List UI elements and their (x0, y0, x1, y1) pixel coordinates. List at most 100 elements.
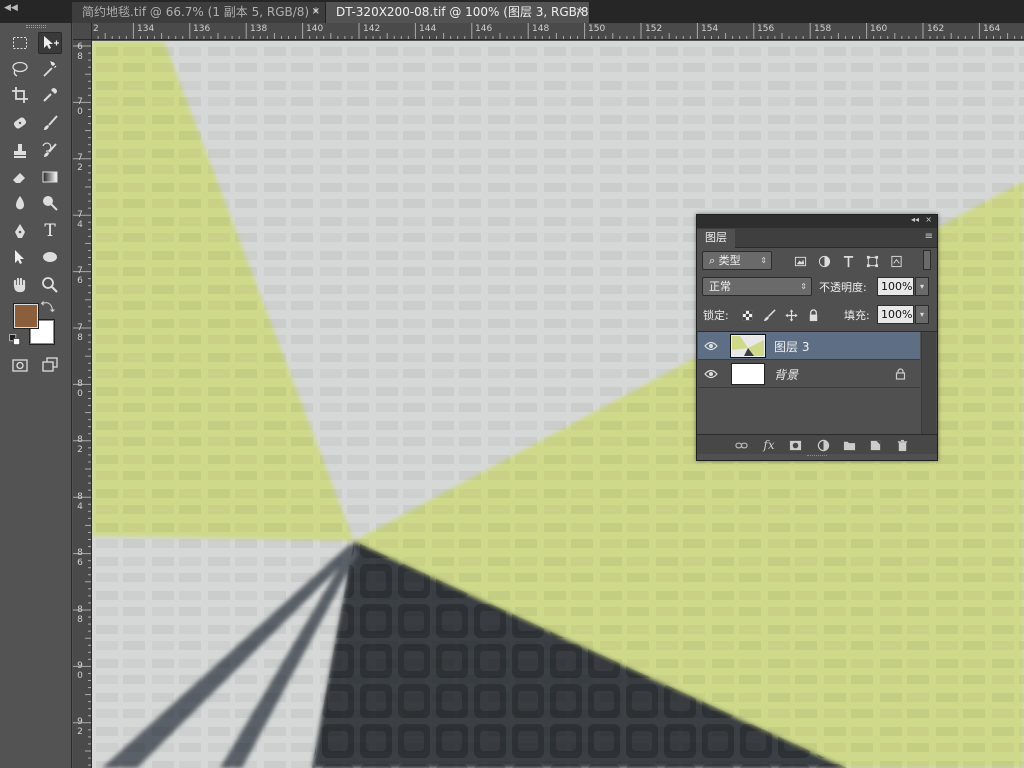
layer-thumbnail (731, 363, 765, 385)
fill-slider-toggle[interactable]: ▾ (915, 305, 929, 324)
lock-position-icon[interactable] (784, 308, 798, 322)
lasso-icon[interactable] (8, 58, 32, 80)
ruler-tick-label: 7 8 (77, 323, 83, 343)
layer-name[interactable]: 图层 3 (774, 338, 809, 355)
search-icon: ⌕ (709, 254, 716, 267)
blend-mode-select[interactable]: 正常 ⇕ (702, 277, 812, 296)
crop-icon[interactable] (8, 84, 32, 106)
close-tab-icon[interactable]: × (576, 2, 584, 22)
ellipse-icon[interactable] (38, 246, 62, 268)
new-group-icon[interactable] (841, 437, 857, 453)
collapse-panels-icon[interactable]: ◀◀ (4, 3, 18, 13)
lock-image-pixels-icon[interactable] (762, 308, 776, 322)
ruler-tick-label: 134 (137, 24, 155, 34)
ruler-tick-label: 8 8 (77, 605, 83, 625)
hand-icon[interactable] (8, 274, 32, 296)
zoom-icon[interactable] (38, 274, 62, 296)
quick-mask-icon[interactable] (8, 354, 32, 376)
layers-panel: ◂◂ × 图层 ≡ ⌕ 类型 ⇕ 正常 ⇕ 不透明度: 100% ▾ 锁定: 填… (696, 214, 938, 461)
pen-icon[interactable] (8, 220, 32, 242)
blend-mode-value: 正常 (709, 280, 731, 293)
ruler-tick-label: 9 2 (77, 717, 83, 737)
panel-resize-grip[interactable] (807, 455, 827, 458)
close-panel-icon[interactable]: × (925, 215, 932, 224)
move-icon[interactable] (38, 32, 62, 54)
collapse-panel-icon[interactable]: ◂◂ (911, 215, 919, 224)
opacity-input[interactable]: 100% (877, 277, 914, 296)
ruler-tick-label: 7 6 (77, 266, 83, 286)
opacity-slider-toggle[interactable]: ▾ (915, 277, 929, 296)
brush-icon[interactable] (38, 112, 62, 134)
tab-layers[interactable]: 图层 (697, 229, 735, 248)
fill-input[interactable]: 100% (877, 305, 914, 324)
new-layer-icon[interactable] (867, 437, 883, 453)
close-tab-icon[interactable]: × (312, 2, 320, 22)
ruler-tick-label: 158 (814, 24, 832, 34)
default-colors-icon[interactable] (8, 333, 22, 347)
lock-transparent-pixels-icon[interactable] (740, 308, 754, 322)
screen-mode-icon[interactable] (38, 354, 62, 376)
eyedropper-icon[interactable] (38, 84, 62, 106)
layers-scrollbar[interactable] (921, 332, 936, 434)
panel-titlebar[interactable]: ◂◂ × (697, 215, 937, 228)
ruler-tick-label: 8 2 (77, 435, 83, 455)
panel-menu-icon[interactable]: ≡ (925, 231, 933, 242)
ruler-tick-label: 7 4 (77, 210, 83, 230)
ruler-tick-label: 142 (363, 24, 381, 34)
trash-icon[interactable] (894, 437, 910, 453)
smart-object-filter-icon[interactable] (889, 254, 903, 268)
clone-stamp-icon[interactable] (8, 140, 32, 162)
tab-document-1[interactable]: 简约地毯.tif @ 66.7% (1 副本 5, RGB/8) * × (72, 2, 326, 23)
fill-label: 填充: (844, 309, 870, 322)
dodge-icon[interactable] (38, 192, 62, 214)
tab-label: 简约地毯.tif @ 66.7% (1 副本 5, RGB/8) * (82, 5, 319, 19)
gradient-icon[interactable] (38, 166, 62, 188)
layer-row-background[interactable]: 背景 (698, 360, 920, 388)
type-icon[interactable]: T (38, 220, 62, 242)
link-layers-icon[interactable] (733, 437, 749, 453)
eraser-icon[interactable] (8, 166, 32, 188)
history-brush-icon[interactable] (38, 140, 62, 162)
tab-label: DT-320X200-08.tif @ 100% (图层 3, RGB/8) (336, 5, 590, 19)
ruler-tick-label: 144 (419, 24, 437, 34)
path-selection-icon[interactable] (8, 246, 32, 268)
rectangular-marquee-icon[interactable] (8, 32, 32, 54)
image-filter-icon[interactable] (793, 254, 807, 268)
ruler-tick-label: 6 8 (77, 42, 83, 62)
ruler-tick-label: 8 6 (77, 548, 83, 568)
visibility-eye-icon[interactable] (704, 340, 718, 352)
healing-brush-icon[interactable] (8, 112, 32, 134)
ruler-tick-label: 162 (927, 24, 945, 34)
layer-filter-select[interactable]: ⌕ 类型 ⇕ (702, 251, 772, 270)
layer-thumbnail (730, 334, 766, 358)
adjustment-filter-icon[interactable] (817, 254, 831, 268)
select-arrow-icon: ⇕ (800, 282, 807, 291)
add-mask-icon[interactable] (787, 437, 803, 453)
fx-icon[interactable]: fx (761, 437, 777, 453)
tab-document-2[interactable]: DT-320X200-08.tif @ 100% (图层 3, RGB/8) × (326, 2, 590, 23)
visibility-eye-icon[interactable] (704, 368, 718, 380)
blur-icon[interactable] (8, 192, 32, 214)
ruler-tick-label: 152 (645, 24, 663, 34)
layer-name[interactable]: 背景 (774, 366, 798, 383)
adjustment-layer-icon[interactable] (815, 437, 831, 453)
ruler-tick-label: 9 0 (77, 661, 83, 681)
photoshop-window: ◀◀ 简约地毯.tif @ 66.7% (1 副本 5, RGB/8) * × … (0, 0, 1024, 768)
horizontal-ruler[interactable]: 2 134 136 138 140 142 144 146 148 150 15… (73, 23, 1024, 40)
layer-row-layer3[interactable]: 图层 3 (698, 332, 920, 360)
foreground-color-swatch[interactable] (13, 303, 39, 329)
swap-colors-icon[interactable] (40, 299, 56, 313)
lock-all-icon[interactable] (806, 308, 820, 322)
filter-toggle-switch[interactable] (923, 250, 931, 270)
vertical-ruler[interactable]: 6 8 7 0 7 2 7 4 7 6 7 8 8 0 8 2 8 4 8 6 … (73, 40, 92, 768)
ruler-tick-label: 8 0 (77, 379, 83, 399)
ruler-tick-label: 160 (870, 24, 888, 34)
ruler-origin[interactable] (73, 23, 92, 40)
type-filter-icon[interactable] (841, 254, 855, 268)
shape-filter-icon[interactable] (865, 254, 879, 268)
document-tab-bar: ◀◀ 简约地毯.tif @ 66.7% (1 副本 5, RGB/8) * × … (0, 0, 1024, 23)
magic-wand-icon[interactable] (38, 58, 62, 80)
fx-label: fx (763, 438, 775, 452)
ruler-tick-label: 156 (757, 24, 775, 34)
panel-grip[interactable] (26, 25, 46, 28)
